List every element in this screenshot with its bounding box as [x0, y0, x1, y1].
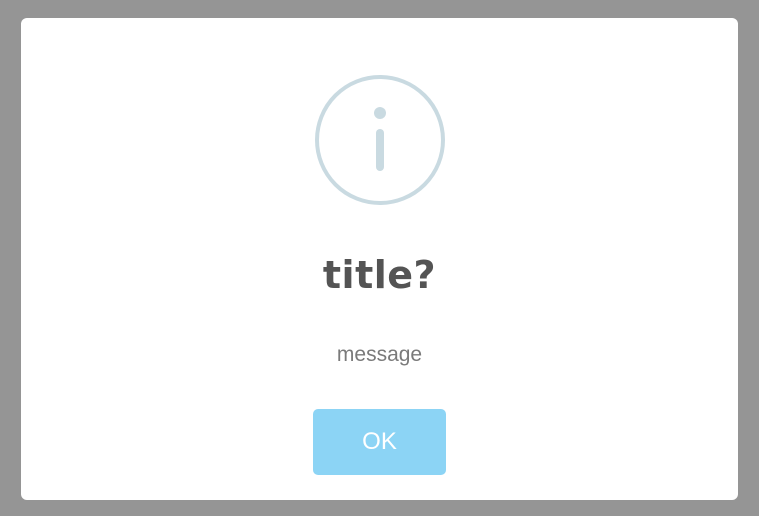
ok-button[interactable]: OK: [313, 409, 446, 475]
info-icon: [313, 73, 447, 207]
modal-overlay: title? message OK: [0, 0, 759, 516]
alert-dialog: title? message OK: [21, 18, 738, 500]
dialog-message: message: [336, 343, 423, 366]
dialog-title: title?: [322, 253, 437, 297]
